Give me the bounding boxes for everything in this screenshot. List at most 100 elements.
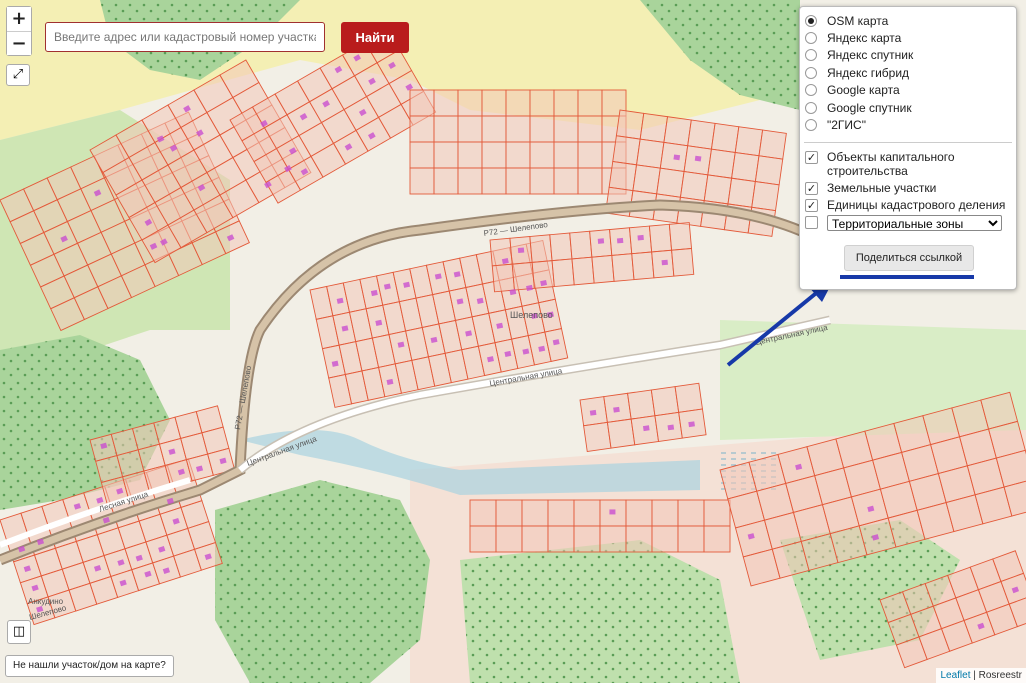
parcel[interactable] <box>663 116 692 147</box>
parcel[interactable] <box>591 254 615 284</box>
building[interactable] <box>688 421 695 428</box>
overlay-option[interactable]: ✓ Единицы кадастрового деления <box>800 198 1016 212</box>
parcel[interactable] <box>707 148 736 179</box>
parcel[interactable] <box>636 138 665 169</box>
parcel[interactable] <box>573 499 601 527</box>
parcel[interactable] <box>495 499 523 527</box>
parcel[interactable] <box>433 89 459 117</box>
parcel[interactable] <box>577 89 603 117</box>
base-layer-option[interactable]: Google спутник <box>800 99 1016 116</box>
parcel[interactable] <box>481 167 507 195</box>
overlay-checkbox[interactable]: ✓ <box>805 198 818 212</box>
parcel[interactable] <box>651 525 679 553</box>
parcel[interactable] <box>409 115 435 143</box>
base-layer-option[interactable]: Яндекс карта <box>800 29 1016 46</box>
parcel[interactable] <box>650 386 680 417</box>
parcel[interactable] <box>573 525 601 553</box>
parcel[interactable] <box>758 129 787 160</box>
parcel[interactable] <box>469 499 497 527</box>
parcel[interactable] <box>469 525 497 553</box>
parcel[interactable] <box>632 164 661 195</box>
parcel[interactable] <box>547 525 575 553</box>
find-button[interactable]: Найти <box>341 22 409 53</box>
radio-button[interactable] <box>805 14 817 27</box>
parcel[interactable] <box>481 141 507 169</box>
parcel[interactable] <box>529 89 555 117</box>
parcel[interactable] <box>553 115 579 143</box>
parcel[interactable] <box>606 418 636 449</box>
parcel[interactable] <box>433 141 459 169</box>
parcel[interactable] <box>505 141 531 169</box>
building[interactable] <box>694 155 702 162</box>
parcel[interactable] <box>505 167 531 195</box>
zoom-out-button[interactable]: − <box>7 31 31 55</box>
radio-button[interactable] <box>805 101 817 114</box>
parcel[interactable] <box>489 237 513 267</box>
parcel[interactable] <box>583 421 612 453</box>
parcel[interactable] <box>529 141 555 169</box>
base-layer-option[interactable]: Google карта <box>800 82 1016 99</box>
overlay-zones[interactable]: Территориальные зоны <box>800 214 1016 231</box>
building[interactable] <box>589 409 597 416</box>
parcel[interactable] <box>505 89 531 117</box>
search-input[interactable] <box>45 22 325 52</box>
parcel[interactable] <box>751 181 780 212</box>
parcel[interactable] <box>457 115 483 143</box>
overlay-checkbox[interactable]: ✓ <box>805 150 818 164</box>
parcel[interactable] <box>679 171 709 202</box>
parcel[interactable] <box>521 499 549 527</box>
building[interactable] <box>609 509 616 515</box>
building[interactable] <box>642 425 650 432</box>
parcel[interactable] <box>710 122 740 153</box>
parcel[interactable] <box>599 525 627 553</box>
parcel[interactable] <box>495 525 523 553</box>
parcel[interactable] <box>687 119 716 150</box>
parcel[interactable] <box>577 167 603 195</box>
parcel[interactable] <box>569 230 593 260</box>
parcel[interactable] <box>648 223 673 253</box>
building[interactable] <box>667 424 675 431</box>
parcel[interactable] <box>577 141 603 169</box>
parcel[interactable] <box>521 525 549 553</box>
parcel[interactable] <box>409 141 435 169</box>
overlay-option[interactable]: ✓ Объекты капитального строительства <box>800 150 1016 178</box>
parcel[interactable] <box>457 141 483 169</box>
parcel[interactable] <box>639 112 669 143</box>
building[interactable] <box>661 259 668 266</box>
radio-button[interactable] <box>805 84 817 97</box>
parcel[interactable] <box>668 222 692 251</box>
parcel[interactable] <box>529 167 555 195</box>
radio-button[interactable] <box>805 49 817 62</box>
parcel[interactable] <box>608 160 638 192</box>
parcel[interactable] <box>627 389 656 420</box>
parcel[interactable] <box>656 167 685 198</box>
parcel[interactable] <box>625 499 653 527</box>
parcel[interactable] <box>529 234 553 263</box>
parcel[interactable] <box>505 115 531 143</box>
parcel[interactable] <box>611 253 635 282</box>
parcel[interactable] <box>551 258 575 288</box>
parcel[interactable] <box>625 525 653 553</box>
parcel[interactable] <box>703 174 733 205</box>
share-link-button[interactable]: Поделиться ссылкой <box>844 245 974 271</box>
parcel[interactable] <box>433 115 459 143</box>
base-layer-option[interactable]: OSM карта <box>800 12 1016 29</box>
parcel[interactable] <box>553 167 579 195</box>
parcel[interactable] <box>677 499 705 527</box>
parcel[interactable] <box>553 141 579 169</box>
fullscreen-button[interactable]: ⤢ <box>6 64 30 86</box>
parcel[interactable] <box>703 499 731 527</box>
overlay-option[interactable]: ✓ Земельные участки <box>800 181 1016 195</box>
legend-button[interactable]: ◫ <box>7 620 31 644</box>
building[interactable] <box>637 234 644 241</box>
parcel[interactable] <box>549 232 573 262</box>
parcel[interactable] <box>731 151 760 183</box>
parcel[interactable] <box>553 89 579 117</box>
attribution-leaflet-link[interactable]: Leaflet <box>940 670 970 681</box>
building[interactable] <box>597 238 605 244</box>
parcel[interactable] <box>754 155 784 186</box>
parcel[interactable] <box>457 89 483 117</box>
parcel[interactable] <box>671 247 695 277</box>
zoom-in-button[interactable]: + <box>7 7 31 31</box>
base-layer-option[interactable]: "2ГИС" <box>800 116 1016 133</box>
